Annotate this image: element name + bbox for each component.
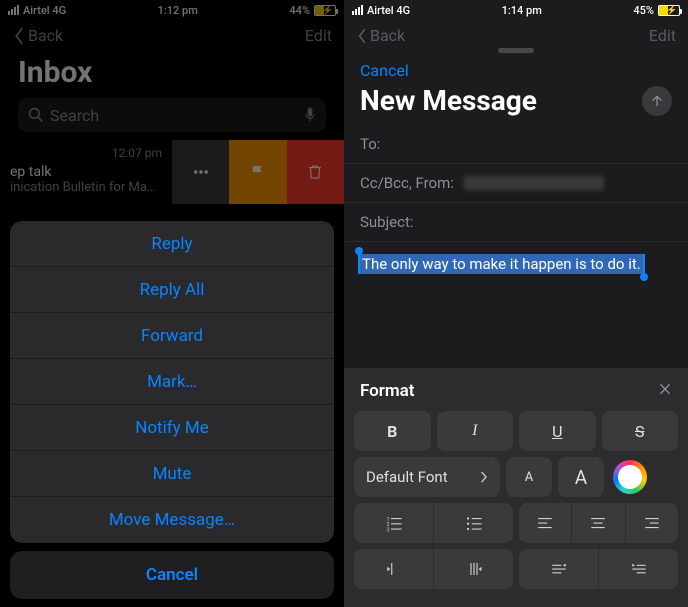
phone-left-screenshot: Airtel 4G 1:12 pm 44% ⚡ Back Edit Inbox … (0, 0, 344, 607)
numbered-list-icon: 123 (385, 514, 403, 532)
ccbcc-label: Cc/Bcc, From: (360, 174, 454, 192)
rtl-button[interactable] (598, 549, 678, 589)
bold-button[interactable]: B (354, 411, 431, 451)
action-sheet-group: Reply Reply All Forward Mark… Notify Me … (10, 221, 334, 543)
bold-label: B (387, 422, 397, 441)
svg-text:3: 3 (386, 527, 389, 532)
action-forward[interactable]: Forward (10, 313, 334, 359)
subject-label: Subject: (360, 213, 414, 231)
ltr-button[interactable] (519, 549, 598, 589)
font-label: Default Font (366, 468, 448, 486)
chevron-right-icon (480, 470, 488, 484)
action-mark[interactable]: Mark… (10, 359, 334, 405)
back-button-bg: Back (356, 26, 405, 45)
font-picker-button[interactable]: Default Font (354, 457, 500, 497)
close-icon (658, 382, 672, 396)
bullet-list-button[interactable] (433, 503, 513, 543)
compose-title: New Message (360, 84, 537, 117)
battery-pct: 45% (633, 4, 654, 17)
align-right-icon (643, 514, 661, 532)
ccbcc-from-field[interactable]: Cc/Bcc, From: (344, 164, 688, 203)
strikethrough-button[interactable]: S (602, 411, 679, 451)
italic-label: I (472, 422, 477, 440)
selected-body-text[interactable]: The only way to make it happen is to do … (360, 254, 643, 274)
signal-bars-icon (352, 5, 363, 15)
arrow-up-icon (649, 93, 665, 109)
to-label: To: (360, 135, 380, 153)
outdent-button[interactable] (354, 549, 433, 589)
ltr-icon (550, 560, 568, 578)
underline-button[interactable]: U (519, 411, 596, 451)
subject-field[interactable]: Subject: (344, 203, 688, 242)
align-center-icon (589, 514, 607, 532)
align-left-button[interactable] (519, 503, 571, 543)
format-close-button[interactable] (658, 380, 672, 401)
send-button[interactable] (642, 86, 672, 116)
phone-right-screenshot: Airtel 4G 1:14 pm 45% ⚡ Back Edit Cancel… (344, 0, 688, 607)
font-size-decrease-button[interactable]: A (506, 457, 552, 497)
bullet-list-icon (465, 514, 483, 532)
action-move-message[interactable]: Move Message… (10, 497, 334, 543)
status-time: 1:14 pm (502, 4, 542, 17)
numbered-list-button[interactable]: 123 (354, 503, 433, 543)
color-ring-icon (613, 460, 647, 494)
action-cancel[interactable]: Cancel (10, 551, 334, 599)
alignment-group (519, 503, 678, 543)
selection-end-handle[interactable] (640, 273, 648, 281)
format-title: Format (360, 381, 415, 401)
cancel-button[interactable]: Cancel (360, 61, 409, 80)
align-center-button[interactable] (571, 503, 624, 543)
action-reply[interactable]: Reply (10, 221, 334, 267)
text-color-button[interactable] (610, 457, 650, 497)
indent-button[interactable] (433, 549, 513, 589)
carrier-label: Airtel 4G (367, 4, 410, 17)
back-label: Back (370, 26, 405, 45)
outdent-icon (385, 560, 403, 578)
selection-start-handle[interactable] (355, 247, 363, 255)
italic-button[interactable]: I (437, 411, 514, 451)
strike-label: S (635, 422, 645, 441)
to-field[interactable]: To: (344, 125, 688, 164)
underline-label: U (552, 422, 562, 441)
align-right-button[interactable] (625, 503, 678, 543)
action-sheet: Reply Reply All Forward Mark… Notify Me … (10, 221, 334, 599)
font-size-increase-button[interactable]: A (558, 457, 604, 497)
status-bar: Airtel 4G 1:14 pm 45% ⚡ (344, 0, 688, 20)
selection-start-caret[interactable] (358, 254, 360, 274)
indent-group (354, 549, 513, 589)
action-mute[interactable]: Mute (10, 451, 334, 497)
list-style-group: 123 (354, 503, 513, 543)
battery-icon: ⚡ (658, 5, 680, 16)
rtl-icon (630, 560, 648, 578)
action-notify-me[interactable]: Notify Me (10, 405, 334, 451)
indent-icon (465, 560, 483, 578)
direction-group (519, 549, 678, 589)
from-address-redacted (464, 176, 604, 190)
compose-sheet: Cancel New Message To: Cc/Bcc, From: Sub… (344, 44, 688, 607)
selection-end-caret[interactable] (643, 254, 645, 274)
edit-button-bg: Edit (649, 26, 676, 45)
chevron-left-icon (356, 28, 368, 44)
format-panel: Format B I U S Default Font A A (344, 368, 688, 607)
align-left-icon (536, 514, 554, 532)
action-reply-all[interactable]: Reply All (10, 267, 334, 313)
compose-body[interactable]: The only way to make it happen is to do … (344, 242, 688, 273)
